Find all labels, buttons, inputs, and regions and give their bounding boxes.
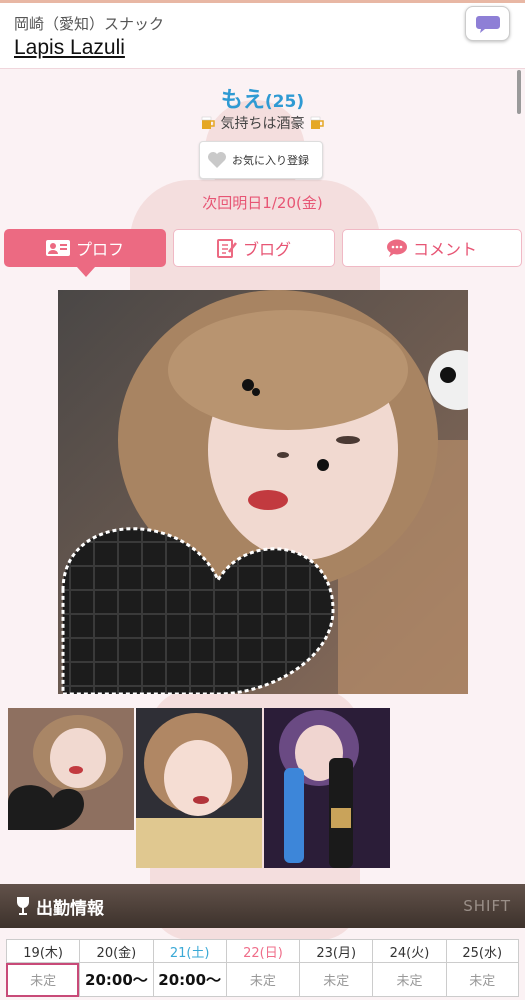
tab-comment-label: コメント <box>412 240 477 259</box>
beer-mug-icon <box>310 116 324 129</box>
schedule-day: 25(水) <box>445 939 519 963</box>
tab-comment[interactable]: コメント <box>342 229 522 267</box>
area-category-label: 岡崎（愛知）スナック <box>14 15 165 33</box>
site-header: 岡崎（愛知）スナック Lapis Lazuli <box>0 3 525 69</box>
schedule-day: 22(日) <box>225 939 300 963</box>
shift-info-header: 出勤情報 SHIFT <box>0 884 525 928</box>
gallery-photo-3 <box>264 708 390 868</box>
tab-profile-label: プロフ <box>75 240 124 259</box>
tab-blog-label: ブログ <box>242 240 291 259</box>
gallery-thumbnail-3[interactable] <box>264 708 390 868</box>
catch-copy: 気持ちは酒豪 <box>0 113 525 133</box>
gallery-photo-2 <box>136 708 262 868</box>
shop-name-link[interactable]: Lapis Lazuli <box>14 36 125 60</box>
schedule-slot: 未定 <box>299 963 373 997</box>
tab-blog[interactable]: ブログ <box>173 229 335 267</box>
shift-schedule-table: 19(木) 20(金) 21(土) 22(日) 23(月) 24(火) 25(水… <box>6 939 519 997</box>
add-favorite-label: お気に入り登録 <box>232 154 309 167</box>
add-favorite-button[interactable]: お気に入り登録 <box>199 141 323 179</box>
wine-glass-icon <box>17 897 29 915</box>
heart-icon <box>208 152 226 168</box>
schedule-day: 19(木) <box>6 939 80 963</box>
schedule-slot: 未定 <box>372 963 446 997</box>
schedule-day: 20(金) <box>79 939 153 963</box>
profile-photo-image <box>58 290 468 694</box>
schedule-header-row: 19(木) 20(金) 21(土) 22(日) 23(月) 24(火) 25(水… <box>6 939 519 963</box>
schedule-slot: 未定 <box>6 963 80 997</box>
next-shift-text: 次回明日1/20(金) <box>202 194 323 212</box>
tab-profile[interactable]: プロフ <box>4 229 166 277</box>
cast-name: もえ <box>220 88 265 113</box>
cast-name-heading: もえ(25) <box>0 82 525 114</box>
schedule-day: 24(火) <box>372 939 446 963</box>
schedule-slot: 20:00〜 <box>152 963 226 997</box>
schedule-time-row: 未定 20:00〜 20:00〜 未定 未定 未定 未定 <box>6 963 519 997</box>
shift-section-subtitle: SHIFT <box>463 897 511 915</box>
schedule-day: 23(月) <box>299 939 373 963</box>
chat-button[interactable] <box>465 6 510 41</box>
gallery-thumbnail-2[interactable] <box>136 708 262 868</box>
schedule-slot: 20:00〜 <box>79 963 153 997</box>
gallery-photo-1 <box>8 708 134 830</box>
cast-age: (25) <box>264 92 305 112</box>
gallery-thumbnail-1[interactable] <box>8 708 134 830</box>
main-profile-photo[interactable] <box>58 290 468 694</box>
schedule-day: 21(土) <box>152 939 226 963</box>
profile-card-icon <box>45 240 70 256</box>
schedule-slot: 未定 <box>445 963 519 997</box>
chat-bubble-icon <box>476 16 500 33</box>
edit-note-icon <box>216 239 237 258</box>
shift-section-title: 出勤情報 <box>36 898 104 919</box>
schedule-slot: 未定 <box>225 963 300 997</box>
catch-copy-text: 気持ちは酒豪 <box>220 116 305 132</box>
beer-mug-icon <box>201 116 215 129</box>
speech-bubble-icon <box>386 239 407 257</box>
